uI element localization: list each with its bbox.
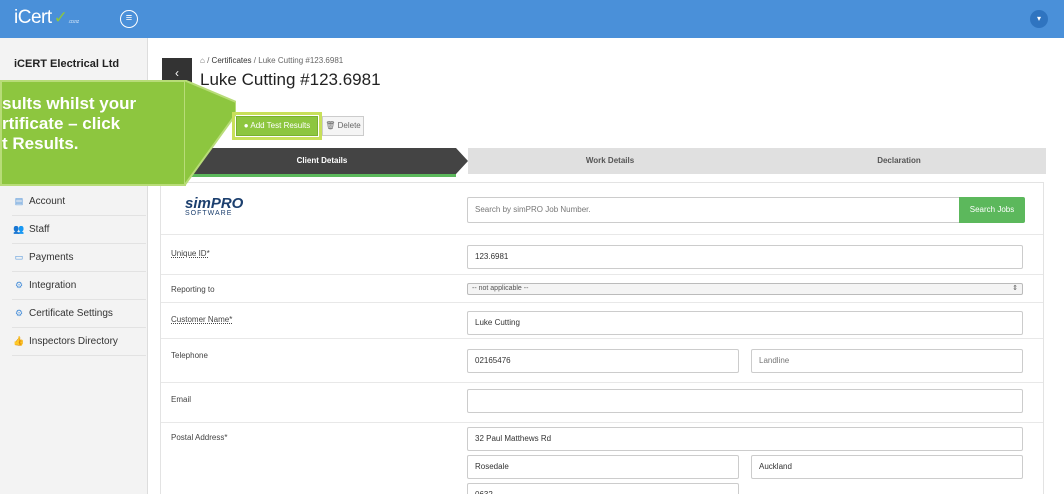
- sidebar-item-payments[interactable]: ▭ Payments: [12, 244, 146, 272]
- step-arrow: [456, 148, 468, 174]
- icert-logo[interactable]: iCert ✓.co.nz: [14, 7, 79, 29]
- sidebar-item-label: Certificate Settings: [29, 308, 113, 319]
- tutorial-callout: sults whilst your rtificate – click t Re…: [0, 80, 186, 186]
- sidebar-item-integration[interactable]: ⚙ Integration: [12, 272, 146, 300]
- simpro-job-search-input[interactable]: Search by simPRO Job Number.: [467, 197, 961, 223]
- staff-icon: 👥: [13, 224, 25, 234]
- postal-address-label: Postal Address*: [171, 433, 228, 442]
- email-row: Email: [161, 383, 1043, 423]
- integration-icon: ⚙: [14, 280, 24, 290]
- payments-icon: ▭: [14, 252, 24, 262]
- callout-pointer: [184, 80, 236, 186]
- postal-city-field[interactable]: Auckland: [751, 455, 1023, 479]
- sidebar-item-certificate-settings[interactable]: ⚙ Certificate Settings: [12, 300, 146, 328]
- sidebar-item-account[interactable]: ▤ Account: [12, 188, 146, 216]
- email-label: Email: [171, 395, 192, 404]
- sidebar-nav: ▤ Account 👥 Staff ▭ Payments ⚙ Integrati…: [12, 188, 146, 356]
- customer-name-label: Customer Name*: [171, 315, 233, 324]
- unique-id-field[interactable]: 123.6981: [467, 245, 1023, 269]
- certificate-settings-icon: ⚙: [14, 308, 24, 318]
- account-icon: ▤: [14, 196, 24, 206]
- sidebar-item-label: Integration: [29, 280, 77, 291]
- reporting-to-label: Reporting to: [171, 285, 215, 294]
- step-work-details[interactable]: Work Details: [468, 148, 752, 174]
- menu-toggle-icon[interactable]: ≡: [120, 10, 138, 28]
- postal-address-row: Postal Address* 32 Paul Matthews Rd Rose…: [161, 423, 1043, 494]
- sidebar-item-label: Account: [29, 196, 66, 207]
- search-jobs-button[interactable]: Search Jobs: [959, 197, 1025, 223]
- telephone-field[interactable]: 02165476: [467, 349, 739, 373]
- unique-id-row: Unique ID* 123.6981: [161, 235, 1043, 275]
- inspectors-icon: 👍: [13, 336, 25, 346]
- wizard-steps: Client Details Work Details Declaration: [188, 148, 1046, 174]
- reporting-row: Reporting to -- not applicable -- ⇕: [161, 275, 1043, 303]
- sidebar-item-staff[interactable]: 👥 Staff: [12, 216, 146, 244]
- simpro-logo: simPRO SOFTWARE: [185, 195, 243, 217]
- customer-name-field[interactable]: Luke Cutting: [467, 311, 1023, 335]
- simpro-row: simPRO SOFTWARE Search by simPRO Job Num…: [161, 183, 1043, 235]
- landline-field[interactable]: Landline: [751, 349, 1023, 373]
- home-icon[interactable]: ⌂: [200, 56, 205, 65]
- breadcrumb-current: Luke Cutting #123.6981: [258, 56, 344, 65]
- callout-highlight: [232, 112, 322, 140]
- breadcrumb: ⌂ / Certificates / Luke Cutting #123.698…: [200, 56, 344, 65]
- unique-id-label: Unique ID*: [171, 249, 210, 258]
- email-field[interactable]: [467, 389, 1023, 413]
- postal-street-field[interactable]: 32 Paul Matthews Rd: [467, 427, 1023, 451]
- sidebar-item-inspectors-directory[interactable]: 👍 Inspectors Directory: [12, 328, 146, 356]
- step-declaration[interactable]: Declaration: [752, 148, 1046, 174]
- reporting-to-value: -- not applicable --: [472, 285, 529, 292]
- reporting-to-select[interactable]: -- not applicable -- ⇕: [467, 283, 1023, 295]
- sidebar-item-label: Inspectors Directory: [29, 336, 118, 347]
- postal-suburb-field[interactable]: Rosedale: [467, 455, 739, 479]
- logo-domain: .co.nz: [68, 19, 79, 25]
- logo-text: iCert: [14, 7, 52, 28]
- telephone-label: Telephone: [171, 351, 208, 360]
- user-menu-icon[interactable]: ▾: [1030, 10, 1048, 28]
- top-bar: iCert ✓.co.nz ≡ ▾: [0, 0, 1064, 38]
- logo-check-icon: ✓: [53, 8, 68, 27]
- client-details-form: simPRO SOFTWARE Search by simPRO Job Num…: [160, 182, 1044, 494]
- callout-text: sults whilst your rtificate – click t Re…: [2, 94, 137, 153]
- select-arrows-icon: ⇕: [1012, 285, 1018, 292]
- delete-button[interactable]: 🗑 Delete: [322, 116, 364, 136]
- customer-row: Customer Name* Luke Cutting: [161, 303, 1043, 339]
- sidebar-item-label: Payments: [29, 252, 74, 263]
- breadcrumb-certificates[interactable]: Certificates: [212, 56, 252, 65]
- telephone-row: Telephone 02165476 Landline: [161, 339, 1043, 383]
- sidebar-item-label: Staff: [29, 224, 50, 235]
- company-name: iCERT Electrical Ltd: [14, 58, 120, 70]
- postal-code-field[interactable]: 0632: [467, 483, 739, 494]
